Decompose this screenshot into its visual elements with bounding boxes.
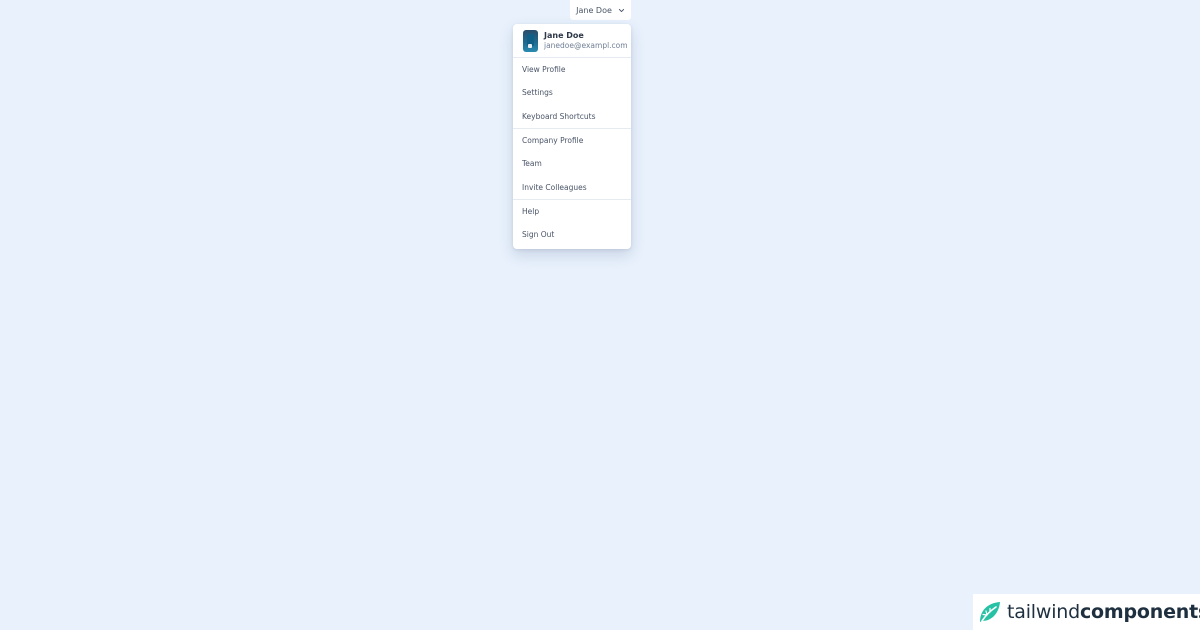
user-info: Jane Doe janedoe@exampl.com <box>544 31 628 51</box>
menu-item-settings[interactable]: Settings <box>513 81 631 104</box>
menu-item-team[interactable]: Team <box>513 152 631 175</box>
leaf-logo-icon <box>980 602 1000 622</box>
menu-group-session: Help Sign Out <box>513 200 631 247</box>
user-menu-button[interactable]: Jane Doe <box>570 0 631 20</box>
user-menu-button-label: Jane Doe <box>576 5 612 15</box>
menu-item-company-profile[interactable]: Company Profile <box>513 129 631 152</box>
brand-name-part1: tailwind <box>1007 600 1080 623</box>
brand-name-part2: components <box>1079 600 1200 623</box>
brand-name: tailwindcomponents <box>1007 600 1200 623</box>
brand-watermark[interactable]: tailwindcomponents <box>973 594 1200 630</box>
menu-item-help[interactable]: Help <box>513 200 631 223</box>
user-dropdown-menu: Jane Doe janedoe@exampl.com View Profile… <box>513 24 631 249</box>
menu-item-view-profile[interactable]: View Profile <box>513 58 631 81</box>
menu-group-account: View Profile Settings Keyboard Shortcuts <box>513 58 631 129</box>
avatar <box>523 29 538 52</box>
menu-item-sign-out[interactable]: Sign Out <box>513 223 631 246</box>
chevron-down-icon <box>618 7 625 14</box>
user-info-header: Jane Doe janedoe@exampl.com <box>513 24 631 58</box>
user-name: Jane Doe <box>544 30 584 40</box>
user-email: janedoe@exampl.com <box>544 40 628 50</box>
menu-item-invite-colleagues[interactable]: Invite Colleagues <box>513 175 631 198</box>
menu-item-keyboard-shortcuts[interactable]: Keyboard Shortcuts <box>513 105 631 128</box>
menu-group-company: Company Profile Team Invite Colleagues <box>513 129 631 200</box>
